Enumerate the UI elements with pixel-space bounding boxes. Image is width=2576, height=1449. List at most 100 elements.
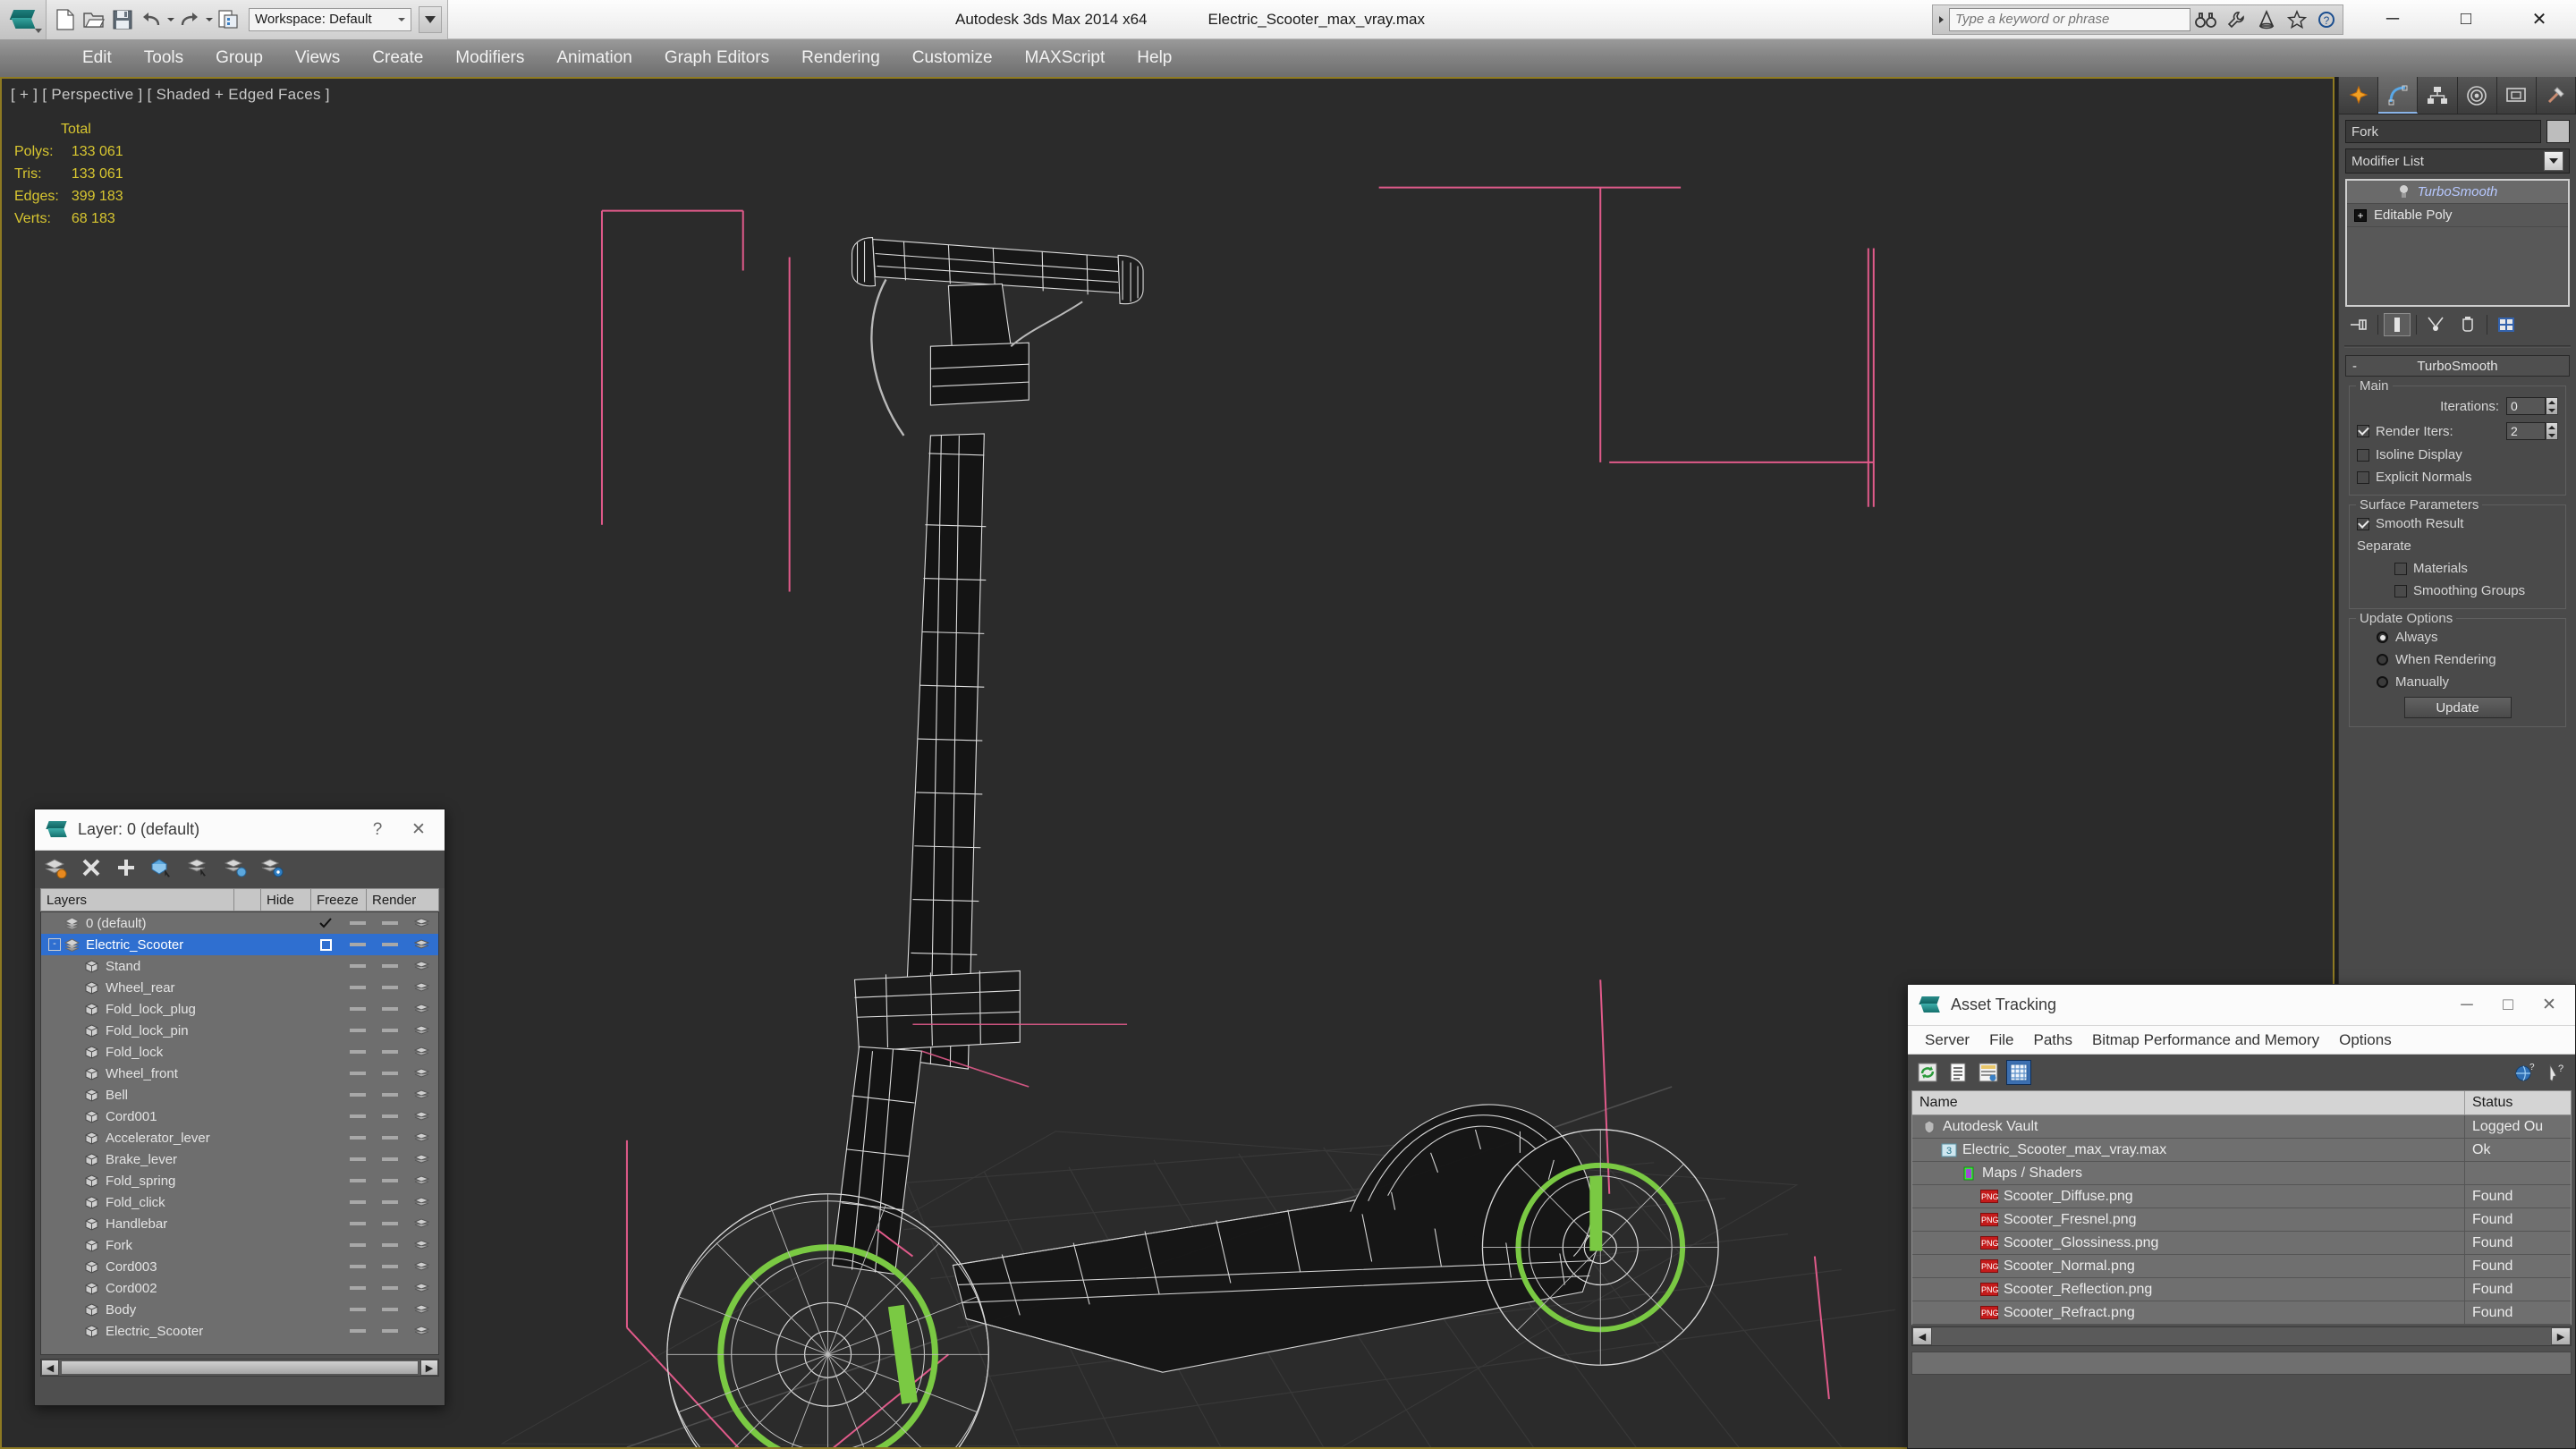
layer-freeze-cell[interactable] xyxy=(374,1222,406,1225)
layer-row[interactable]: Cord002 xyxy=(41,1277,438,1299)
make-unique-icon[interactable] xyxy=(2422,313,2449,336)
minimize-button[interactable]: ─ xyxy=(2356,0,2429,39)
utilities-tab[interactable] xyxy=(2536,77,2576,114)
menu-item-rendering[interactable]: Rendering xyxy=(785,39,896,77)
hierarchy-tab[interactable] xyxy=(2418,77,2458,114)
layer-freeze-cell[interactable] xyxy=(374,1157,406,1161)
close-button[interactable]: ✕ xyxy=(2529,987,2570,1023)
layer-render-cell[interactable] xyxy=(406,960,438,972)
detail-view-icon[interactable] xyxy=(1976,1060,2001,1085)
cone-icon[interactable] xyxy=(2251,4,2282,35)
layer-row[interactable]: Fold_lock_pin xyxy=(41,1020,438,1041)
layer-hide-cell[interactable] xyxy=(342,1093,374,1097)
modifier-list-dropdown[interactable]: Modifier List xyxy=(2345,148,2570,174)
asset-menu-item-paths[interactable]: Paths xyxy=(2023,1031,2081,1049)
layer-row[interactable]: Cord001 xyxy=(41,1106,438,1127)
layer-row[interactable]: Handlebar xyxy=(41,1213,438,1234)
refresh-icon[interactable] xyxy=(1915,1060,1940,1085)
asset-row[interactable]: 3 Electric_Scooter_max_vray.max Ok xyxy=(1912,1139,2571,1162)
layer-row[interactable]: Fork xyxy=(41,1234,438,1256)
asset-row[interactable]: PNG Scooter_Refract.png Found xyxy=(1912,1301,2571,1325)
layer-render-cell[interactable] xyxy=(406,1217,438,1230)
layer-render-cell[interactable] xyxy=(406,1067,438,1080)
asset-menu-item-bitmap-performance-and-memory[interactable]: Bitmap Performance and Memory xyxy=(2082,1031,2329,1049)
layer-row[interactable]: Fold_click xyxy=(41,1191,438,1213)
layer-render-cell[interactable] xyxy=(406,1046,438,1058)
asset-menu-item-file[interactable]: File xyxy=(1979,1031,2023,1049)
layer-render-cell[interactable] xyxy=(406,1089,438,1101)
help-cursor-icon[interactable]: ? xyxy=(2543,1060,2568,1085)
smoothing-groups-checkbox[interactable] xyxy=(2394,584,2407,597)
column-header-status[interactable]: Status xyxy=(2465,1091,2571,1114)
remove-modifier-icon[interactable] xyxy=(2454,313,2481,336)
menu-item-edit[interactable]: Edit xyxy=(66,39,128,77)
layer-properties-icon[interactable] xyxy=(260,857,284,883)
layer-hide-cell[interactable] xyxy=(342,1308,374,1311)
spinner-arrows-icon[interactable] xyxy=(2546,422,2558,440)
layer-freeze-cell[interactable] xyxy=(374,1200,406,1204)
asset-row[interactable]: Maps / Shaders xyxy=(1912,1162,2571,1185)
layer-row[interactable]: Wheel_rear xyxy=(41,977,438,998)
expand-plus-icon[interactable]: + xyxy=(2354,208,2367,222)
column-header-freeze[interactable]: Freeze xyxy=(311,889,367,911)
layer-window[interactable]: Layer: 0 (default) ? ✕ Layers Hide Freez… xyxy=(34,809,445,1406)
layer-render-cell[interactable] xyxy=(406,1003,438,1015)
layer-freeze-cell[interactable] xyxy=(374,1093,406,1097)
layer-row[interactable]: Stand xyxy=(41,955,438,977)
spinner-arrows-icon[interactable] xyxy=(2546,397,2558,415)
update-when-rendering-radio[interactable] xyxy=(2377,654,2388,665)
help-icon[interactable]: ? xyxy=(2312,4,2343,35)
modifier-stack[interactable]: TurboSmooth + Editable Poly xyxy=(2345,179,2570,307)
layer-freeze-cell[interactable] xyxy=(374,1243,406,1247)
layer-hide-cell[interactable] xyxy=(342,1007,374,1011)
highlight-selected-icon[interactable] xyxy=(224,857,247,883)
help-globe-icon[interactable]: ? xyxy=(2512,1060,2538,1085)
select-objects-icon[interactable] xyxy=(150,857,174,883)
binoculars-icon[interactable] xyxy=(2190,4,2221,35)
star-icon[interactable] xyxy=(2282,4,2312,35)
close-button[interactable]: ✕ xyxy=(398,812,439,848)
layer-freeze-cell[interactable] xyxy=(374,1179,406,1182)
save-icon[interactable] xyxy=(109,6,136,33)
layer-render-cell[interactable] xyxy=(406,1110,438,1123)
layer-freeze-cell[interactable] xyxy=(374,1029,406,1032)
add-layer-icon[interactable] xyxy=(115,857,137,883)
layer-hide-cell[interactable] xyxy=(342,1072,374,1075)
update-when-rendering-row[interactable]: When Rendering xyxy=(2357,652,2558,667)
quick-access-more-button[interactable] xyxy=(419,5,442,33)
search-input[interactable] xyxy=(1949,7,2190,31)
layer-render-cell[interactable] xyxy=(406,1260,438,1273)
layer-window-titlebar[interactable]: Layer: 0 (default) ? ✕ xyxy=(35,809,445,851)
layer-render-cell[interactable] xyxy=(406,1174,438,1187)
layer-freeze-cell[interactable] xyxy=(374,1114,406,1118)
menu-item-tools[interactable]: Tools xyxy=(128,39,199,77)
new-icon[interactable] xyxy=(52,6,79,33)
light-bulb-icon[interactable] xyxy=(2397,185,2411,199)
render-iters-spinner[interactable]: 2 xyxy=(2506,422,2558,440)
layer-row[interactable]: Electric_Scooter xyxy=(41,1320,438,1342)
column-header-render[interactable]: Render xyxy=(367,889,426,911)
column-header-current[interactable] xyxy=(234,889,261,911)
asset-row[interactable]: PNG Scooter_Glossiness.png Found xyxy=(1912,1232,2571,1255)
iterations-value[interactable]: 0 xyxy=(2506,397,2546,415)
modify-tab[interactable] xyxy=(2378,77,2419,114)
layer-render-cell[interactable] xyxy=(406,981,438,994)
materials-row[interactable]: Materials xyxy=(2357,561,2558,576)
layer-render-cell[interactable] xyxy=(406,1196,438,1208)
modifier-stack-item-editable-poly[interactable]: + Editable Poly xyxy=(2347,204,2568,227)
layer-hide-cell[interactable] xyxy=(342,1179,374,1182)
menu-item-create[interactable]: Create xyxy=(356,39,439,77)
update-manually-radio[interactable] xyxy=(2377,676,2388,688)
render-iters-checkbox[interactable] xyxy=(2357,425,2369,437)
layer-row[interactable]: Fold_lock xyxy=(41,1041,438,1063)
layer-freeze-cell[interactable] xyxy=(374,1050,406,1054)
update-always-row[interactable]: Always xyxy=(2357,630,2558,645)
layer-hide-cell[interactable] xyxy=(342,1200,374,1204)
explicit-normals-checkbox[interactable] xyxy=(2357,470,2369,484)
close-button[interactable]: ✕ xyxy=(2503,0,2576,39)
asset-menu-item-server[interactable]: Server xyxy=(1915,1031,1979,1049)
layer-hide-cell[interactable] xyxy=(342,1050,374,1054)
object-color-swatch[interactable] xyxy=(2546,120,2570,143)
isoline-display-checkbox[interactable] xyxy=(2357,448,2369,462)
show-end-result-icon[interactable] xyxy=(2384,313,2411,336)
